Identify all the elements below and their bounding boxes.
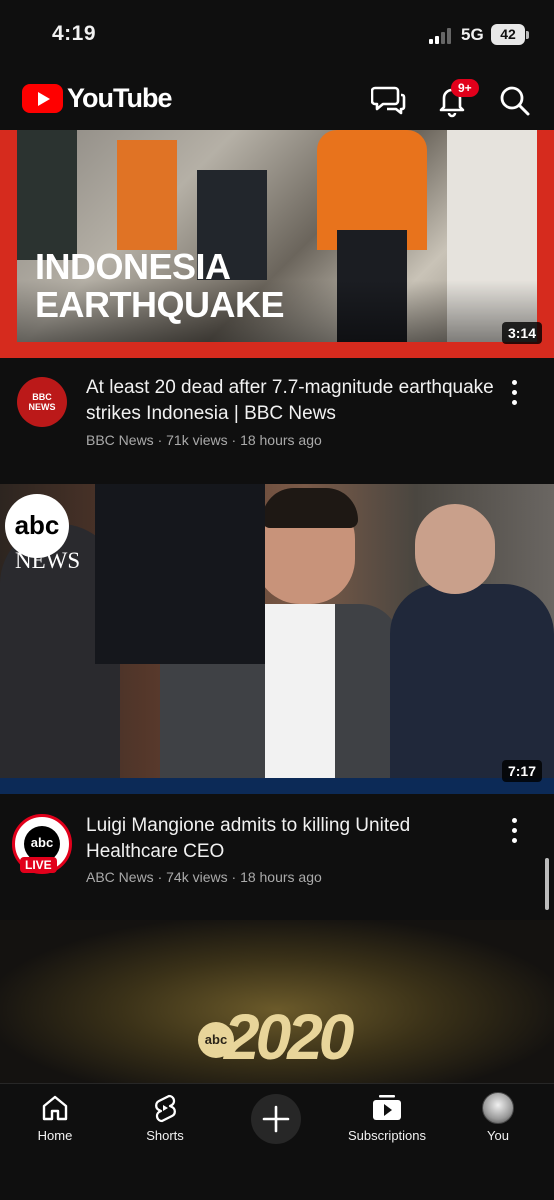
youtube-logo[interactable]: YouTube <box>22 83 172 114</box>
more-options-icon[interactable] <box>506 380 522 410</box>
profile-avatar <box>482 1092 514 1124</box>
nav-subscriptions[interactable]: Subscriptions <box>342 1092 432 1143</box>
app-name: YouTube <box>67 83 172 113</box>
nav-label: Home <box>37 1128 73 1143</box>
battery-icon: 42 <box>491 24 525 45</box>
rescuer-figure <box>117 140 177 250</box>
home-icon <box>42 1095 68 1121</box>
notification-badge: 9+ <box>451 79 479 97</box>
network-type: 5G <box>461 25 484 44</box>
video-thumbnail[interactable]: INDONESIA EARTHQUAKE 3:14 <box>0 130 554 358</box>
upload-age: 18 hours ago <box>240 869 322 885</box>
bottom-nav: Home Shorts Subscriptions You <box>0 1083 554 1200</box>
person-shirt <box>265 604 335 778</box>
soldier-figure <box>17 130 77 260</box>
scrollbar[interactable] <box>545 858 549 910</box>
avatar-text: BBC NEWS <box>28 392 56 412</box>
officer-figure <box>95 484 265 664</box>
search-icon[interactable] <box>496 82 532 118</box>
nav-home[interactable]: Home <box>10 1092 100 1143</box>
cast-chat-icon[interactable] <box>371 82 407 118</box>
video-duration: 7:17 <box>501 760 542 782</box>
shorts-icon <box>155 1094 176 1123</box>
video-title[interactable]: Luigi Mangione admits to killing United … <box>86 813 496 865</box>
channel-avatar[interactable]: BBC NEWS <box>17 377 67 427</box>
view-count: 74k views <box>166 869 228 885</box>
video-meta[interactable]: BBC NEWS At least 20 dead after 7.7-magn… <box>0 372 554 472</box>
youtube-play-icon <box>22 84 63 113</box>
create-button[interactable] <box>251 1094 301 1144</box>
more-options-icon[interactable] <box>506 818 522 848</box>
thumbnail-image: INDONESIA EARTHQUAKE <box>17 130 537 342</box>
nav-shorts[interactable]: Shorts <box>120 1092 210 1143</box>
video-subtitle: BBC News · 71k views · 18 hours ago <box>86 432 322 448</box>
nav-label: You <box>487 1128 509 1143</box>
nav-you[interactable]: You <box>453 1092 543 1143</box>
video-thumbnail[interactable]: abc NEWS 7:17 <box>0 484 554 794</box>
video-meta[interactable]: abc LIVE Luigi Mangione admits to killin… <box>0 812 554 912</box>
signal-icon <box>429 28 455 44</box>
thumbnail-headline: INDONESIA <box>35 246 231 287</box>
live-badge: LIVE <box>20 857 57 873</box>
view-count: 71k views <box>166 432 228 448</box>
person-face <box>415 504 495 594</box>
nav-label: Shorts <box>146 1128 184 1143</box>
thumbnail-image: abc NEWS <box>0 484 554 778</box>
subscriptions-icon <box>373 1095 401 1120</box>
nav-label: Subscriptions <box>347 1128 427 1143</box>
status-time: 4:19 <box>52 22 97 45</box>
video-thumbnail[interactable]: abc 2020 <box>0 920 554 1083</box>
plus-icon <box>262 1105 290 1133</box>
abc-logo-text: NEWS <box>15 548 81 573</box>
channel-name[interactable]: ABC News <box>86 869 154 885</box>
person-figure <box>390 584 554 778</box>
status-bar: 4:19 5G 42 <box>0 0 554 70</box>
video-duration: 3:14 <box>501 322 542 344</box>
upload-age: 18 hours ago <box>240 432 322 448</box>
video-subtitle: ABC News · 74k views · 18 hours ago <box>86 869 322 885</box>
video-title[interactable]: At least 20 dead after 7.7-magnitude ear… <box>86 375 496 427</box>
battery-tip <box>526 31 529 39</box>
channel-name[interactable]: BBC News <box>86 432 154 448</box>
thumbnail-headline: EARTHQUAKE <box>35 284 285 325</box>
